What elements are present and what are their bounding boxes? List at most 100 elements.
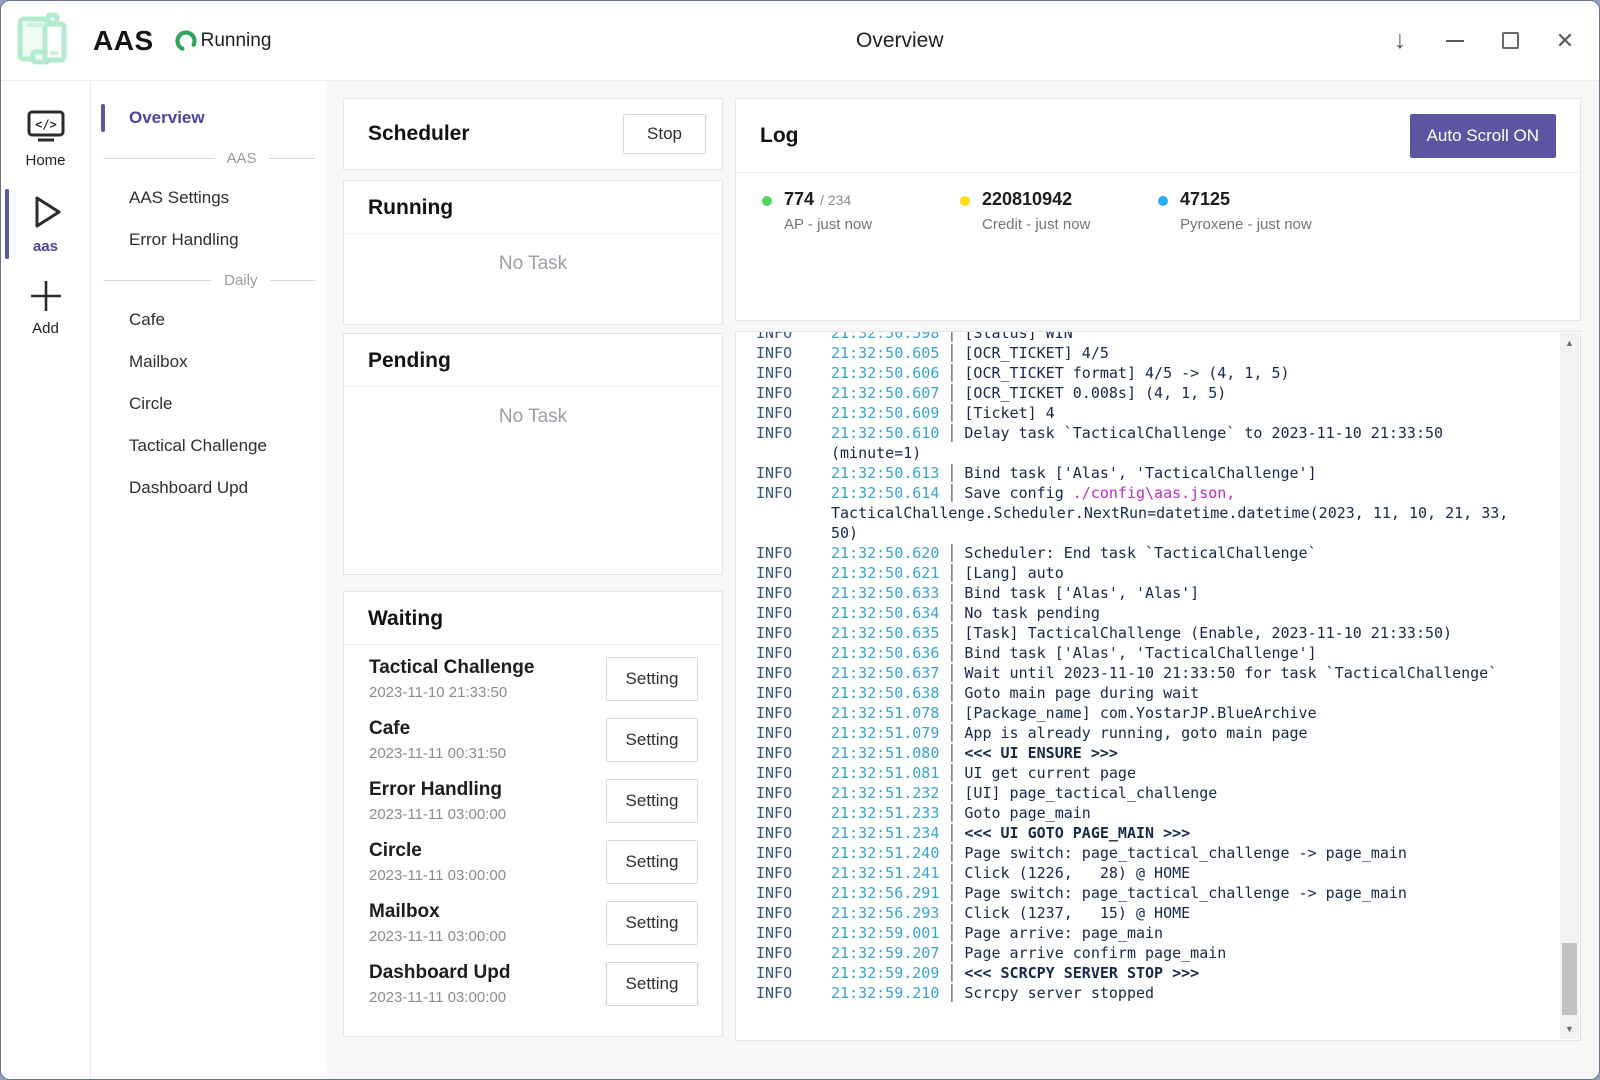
sidebar-item-circle[interactable]: Circle xyxy=(91,383,327,425)
log-message: [UI] page_tactical_challenge xyxy=(964,784,1217,802)
task-info: Tactical Challenge2023-11-10 21:33:50 xyxy=(369,657,534,701)
sidebar: OverviewAASAAS SettingsError HandlingDai… xyxy=(91,81,327,1080)
log-separator: │ xyxy=(947,924,956,942)
log-message: UI get current page xyxy=(964,764,1136,782)
waiting-task-row: Mailbox2023-11-11 03:00:00 Setting xyxy=(369,892,698,953)
log-row: INFO21:32:51.232│[UI] page_tactical_chal… xyxy=(756,783,1580,803)
log-timestamp: 21:32:56.291 xyxy=(831,884,939,902)
setting-button[interactable]: Setting xyxy=(606,657,698,701)
log-level: INFO xyxy=(756,843,831,863)
log-scrollbar[interactable]: ▲ ▼ xyxy=(1560,333,1579,1039)
rail-item-aas[interactable]: aas xyxy=(1,183,90,265)
setting-button[interactable]: Setting xyxy=(606,840,698,884)
running-title: Running xyxy=(344,181,722,234)
maximize-button[interactable] xyxy=(1490,18,1530,64)
log-timestamp: 21:32:50.635 xyxy=(831,624,939,642)
minimize-button[interactable] xyxy=(1435,18,1475,64)
log-message: [Lang] auto xyxy=(964,564,1063,582)
waiting-task-row: Error Handling2023-11-11 03:00:00Setting xyxy=(369,770,698,831)
log-level: INFO xyxy=(756,383,831,403)
sidebar-section-divider-daily: Daily xyxy=(91,261,327,299)
sidebar-item-cafe[interactable]: Cafe xyxy=(91,299,327,341)
rail-item-home[interactable]: </> Home xyxy=(1,99,90,179)
scrollbar-thumb[interactable] xyxy=(1562,943,1577,1015)
log-content: 21:32:59.209│<<< SCRCPY SERVER STOP >>> xyxy=(831,963,1511,983)
log-timestamp: 21:32:56.293 xyxy=(831,904,939,922)
log-separator: │ xyxy=(947,584,956,602)
log-timestamp: 21:32:50.633 xyxy=(831,584,939,602)
log-separator: │ xyxy=(947,544,956,562)
log-header: Log Auto Scroll ON xyxy=(736,99,1580,173)
log-timestamp: 21:32:59.001 xyxy=(831,924,939,942)
log-content: 21:32:50.638 │ Goto main page during wait xyxy=(831,683,1511,703)
log-timestamp: 21:32:51.081 xyxy=(831,764,939,782)
sidebar-item-overview[interactable]: Overview xyxy=(91,97,327,139)
log-separator: │ xyxy=(947,331,956,342)
log-timestamp: 21:32:50.638 xyxy=(831,684,939,702)
stop-button[interactable]: Stop xyxy=(623,114,706,154)
log-content: 21:32:50.613│Bind task ['Alas', 'Tactica… xyxy=(831,463,1511,483)
task-name: Dashboard Upd xyxy=(369,962,510,984)
tasks-column: Scheduler Stop Running No Task Pending N… xyxy=(343,98,723,1080)
log-timestamp: 21:32:59.207 xyxy=(831,944,939,962)
log-level: INFO xyxy=(756,763,831,783)
log-row: INFO21:32:59.207│Page arrive confirm pag… xyxy=(756,943,1580,963)
sidebar-item-aas-settings[interactable]: AAS Settings xyxy=(91,177,327,219)
scrollbar-track[interactable] xyxy=(1560,353,1579,1019)
log-output-panel[interactable]: INFO21:32:50.598│[Status] WININFO21:32:5… xyxy=(735,331,1581,1041)
sidebar-item-label: AAS Settings xyxy=(129,188,229,208)
log-timestamp: 21:32:59.209 xyxy=(831,964,939,982)
log-separator: │ xyxy=(947,344,956,362)
close-button[interactable]: ✕ xyxy=(1545,18,1585,64)
log-message: Click (1237, 15) @ HOME xyxy=(964,904,1190,922)
sidebar-item-mailbox[interactable]: Mailbox xyxy=(91,341,327,383)
rail-item-label: Home xyxy=(25,152,65,169)
dashboard-stats: 774/ 234AP - just now220810942Credit - j… xyxy=(736,173,1580,233)
log-content: 21:32:50.598│[Status] WIN xyxy=(831,331,1511,343)
log-timestamp: 21:32:50.637 xyxy=(831,664,939,682)
task-info: Mailbox2023-11-11 03:00:00 xyxy=(369,901,506,945)
sidebar-item-label: Mailbox xyxy=(129,352,188,372)
log-row: INFO21:32:50.638│Goto main page during w… xyxy=(756,683,1580,703)
log-content: 21:32:51.081│UI get current page xyxy=(831,763,1511,783)
setting-button[interactable]: Setting xyxy=(606,962,698,1006)
rail-item-label: Add xyxy=(32,320,59,337)
log-content: 21:32:51.080│<<< UI ENSURE >>> xyxy=(831,743,1511,763)
log-message: Scrcpy server stopped xyxy=(964,984,1154,1002)
scrollbar-down-button[interactable]: ▼ xyxy=(1560,1019,1579,1039)
sidebar-item-error-handling[interactable]: Error Handling xyxy=(91,219,327,261)
log-level: INFO xyxy=(756,643,831,663)
log-column: Log Auto Scroll ON 774/ 234AP - just now… xyxy=(735,98,1581,1080)
log-level: INFO xyxy=(756,943,831,963)
sidebar-item-tactical-challenge[interactable]: Tactical Challenge xyxy=(91,425,327,467)
scrollbar-up-button[interactable]: ▲ xyxy=(1560,333,1579,353)
log-row: INFO21:32:59.210│Scrcpy server stopped xyxy=(756,983,1580,1003)
setting-button[interactable]: Setting xyxy=(606,901,698,945)
log-message: Goto main page during wait xyxy=(964,684,1199,702)
task-name: Error Handling xyxy=(369,779,506,801)
log-message: [OCR_TICKET 0.008s] (4, 1, 5) xyxy=(964,384,1226,402)
task-name: Circle xyxy=(369,840,506,862)
log-content: 21:32:50.635│[Task] TacticalChallenge (E… xyxy=(831,623,1511,643)
auto-scroll-button[interactable]: Auto Scroll ON xyxy=(1410,114,1556,158)
log-level: INFO xyxy=(756,983,831,1003)
log-row: INFO21:32:56.291│Page switch: page_tacti… xyxy=(756,883,1580,903)
download-button[interactable]: ↓ xyxy=(1380,18,1420,64)
log-message: [Task] TacticalChallenge (Enable, 2023-1… xyxy=(964,624,1452,642)
setting-button[interactable]: Setting xyxy=(606,779,698,823)
rail-item-add[interactable]: Add xyxy=(1,269,90,347)
setting-button[interactable]: Setting xyxy=(606,718,698,762)
stat-pyroxene: 47125Pyroxene - just now xyxy=(1158,189,1356,233)
log-row: INFO21:32:50.621│[Lang] auto xyxy=(756,563,1580,583)
log-level: INFO xyxy=(756,483,831,543)
log-row: INFO21:32:50.635│[Task] TacticalChalleng… xyxy=(756,623,1580,643)
log-message: Bind task ['Alas', 'Alas'] xyxy=(964,584,1199,602)
play-icon xyxy=(24,191,68,233)
log-separator: │ xyxy=(947,684,956,702)
log-content: 21:32:50.605│[OCR_TICKET] 4/5 xyxy=(831,343,1511,363)
log-timestamp: 21:32:50.614 xyxy=(831,484,939,502)
sidebar-item-dashboard-upd[interactable]: Dashboard Upd xyxy=(91,467,327,509)
log-row: INFO21:32:51.081│UI get current page xyxy=(756,763,1580,783)
task-info: Dashboard Upd2023-11-11 03:00:00 xyxy=(369,962,510,1006)
task-next-run-time: 2023-11-11 00:31:50 xyxy=(369,745,506,762)
